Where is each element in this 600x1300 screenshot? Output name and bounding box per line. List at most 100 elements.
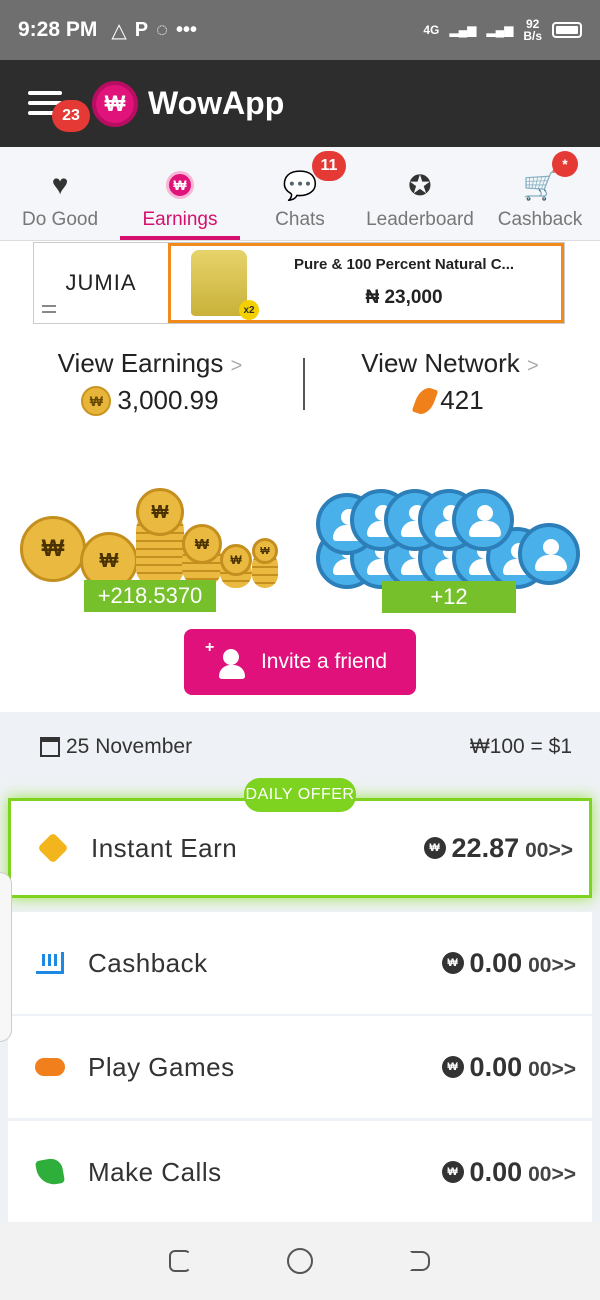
recent-apps-button[interactable] xyxy=(165,1246,195,1276)
ad-brand-name: JUMIA xyxy=(65,270,137,295)
signal-icon-2: ▂▄▆ xyxy=(486,23,514,37)
back-button[interactable] xyxy=(405,1246,435,1276)
earnings-summary: View Earnings > ₩ 3,000.99 View Network … xyxy=(0,348,600,418)
ad-menu-icon xyxy=(42,305,56,313)
card-label: Instant Earn xyxy=(91,832,238,863)
ad-price: ₦ 23,000 xyxy=(365,287,443,308)
amount-main: 0.00 xyxy=(469,1156,523,1187)
tab-chats[interactable]: 💬 Chats 11 xyxy=(240,147,360,240)
current-date: 25 November xyxy=(66,735,193,758)
card-label: Play Games xyxy=(88,1051,235,1082)
more-dots-icon: ••• xyxy=(176,18,198,41)
amount-main: 22.87 xyxy=(451,832,520,863)
card-label: Make Calls xyxy=(88,1156,222,1187)
card-amount: ₩ 0.00 00>> xyxy=(441,1052,576,1083)
person-icon xyxy=(452,489,514,551)
card-make-calls[interactable]: Make Calls ₩ 0.00 00>> xyxy=(8,1121,592,1223)
ad-multiplier: x2 xyxy=(239,300,259,320)
tab-label: Leaderboard xyxy=(366,209,474,230)
invite-label: Invite a friend xyxy=(260,650,388,673)
gamepad-icon xyxy=(30,1058,70,1076)
card-instant-earn[interactable]: Instant Earn ₩ 22.87 00>> xyxy=(8,798,592,898)
add-person-icon: + xyxy=(205,639,247,679)
status-bar: 9:28 PM △ P ◌ ••• 4G ▂▄▆ ▂▄▆ 92 B/s xyxy=(0,0,600,60)
wowcoin-icon: ₩ xyxy=(81,385,112,416)
card-amount: ₩ 0.00 00>> xyxy=(441,1156,576,1188)
ad-product[interactable]: x2 Pure & 100 Percent Natural C... ₦ 23,… xyxy=(168,243,564,323)
exchange-rate: ₩100 = $1 xyxy=(469,735,572,758)
whatsapp-icon: ◌ xyxy=(156,18,168,41)
signal-icon: ▂▄▆ xyxy=(449,23,477,37)
people-gain-tag: +12 xyxy=(382,581,516,613)
amount-main: 0.00 xyxy=(469,947,523,978)
coins-illustration: ₩ ₩ ₩ ₩ ₩ ₩ +218.5370 xyxy=(20,480,282,612)
card-cashback[interactable]: Cashback ₩ 0.00 00>> xyxy=(8,912,592,1014)
coin-image: ₩ xyxy=(136,488,184,536)
card-play-games[interactable]: Play Games ₩ 0.00 00>> xyxy=(8,1016,592,1118)
coin-image: ₩ xyxy=(182,524,222,564)
chevron-right-icon: > xyxy=(527,355,539,377)
wowapp-logo: ₩ xyxy=(92,80,138,127)
wowcoin-icon: ₩ xyxy=(166,167,194,203)
coin-image: ₩ xyxy=(20,516,86,582)
heart-hands-icon: ♥ xyxy=(51,169,69,200)
system-nav-bar xyxy=(0,1222,600,1300)
tab-bar: ♥ Do Good ₩ Earnings 💬 Chats 11 ✪ Leader… xyxy=(0,147,600,241)
tab-do-good[interactable]: ♥ Do Good xyxy=(0,147,120,240)
app-bar: 23 ₩ WowApp xyxy=(0,60,600,147)
triangle-icon: △ xyxy=(111,19,127,42)
phone-icon xyxy=(30,1156,70,1188)
wowcoin-icon: ₩ xyxy=(423,837,446,859)
tab-cashback[interactable]: 🛒 Cashback * xyxy=(480,147,600,240)
chats-badge: 11 xyxy=(312,151,346,181)
coin-image: ₩ xyxy=(220,544,252,576)
amount-sub: 00>> xyxy=(528,1057,576,1081)
tab-earnings[interactable]: ₩ Earnings xyxy=(120,147,240,240)
view-earnings-title[interactable]: View Earnings > xyxy=(58,348,243,379)
tab-leaderboard[interactable]: ✪ Leaderboard xyxy=(360,147,480,240)
oil-bottle-image: x2 xyxy=(191,250,259,320)
view-earnings[interactable]: View Earnings > ₩ 3,000.99 xyxy=(0,348,300,418)
tab-label: Earnings xyxy=(142,209,218,230)
battery-icon xyxy=(552,22,582,38)
net-speed-unit: B/s xyxy=(523,29,542,43)
people-illustration: +12 xyxy=(316,485,582,613)
home-icon xyxy=(287,1248,313,1274)
network-value-row: 421 xyxy=(412,384,484,417)
home-button[interactable] xyxy=(285,1246,315,1276)
amount-sub: 00>> xyxy=(525,838,573,862)
date-row: 25 November ₩100 = $1 xyxy=(40,732,572,762)
app-title: WowApp xyxy=(148,85,285,121)
divider xyxy=(303,358,305,410)
daily-offer-badge: DAILY OFFER xyxy=(244,778,356,812)
cart-icon: 🛒 xyxy=(522,169,558,201)
chat-bubbles-icon: 💬 xyxy=(282,169,318,201)
person-icon xyxy=(518,523,580,585)
view-network-title[interactable]: View Network > xyxy=(361,348,538,379)
p-icon: P xyxy=(134,18,149,41)
card-amount: ₩ 22.87 00>> xyxy=(423,832,573,864)
menu-badge: 23 xyxy=(52,100,90,132)
cashback-badge: * xyxy=(552,151,578,177)
chevron-right-icon: > xyxy=(230,355,243,377)
medal-icon: ✪ xyxy=(408,169,432,201)
coins-gain-tag: +218.5370 xyxy=(84,580,216,612)
tab-label: Do Good xyxy=(21,209,99,230)
view-network[interactable]: View Network > 421 xyxy=(300,348,600,418)
network-label: 4G xyxy=(423,23,440,37)
card-amount: ₩ 0.00 00>> xyxy=(441,947,576,979)
amount-sub: 00>> xyxy=(528,953,576,977)
tab-label: Cashback xyxy=(497,209,583,230)
back-icon xyxy=(410,1251,430,1271)
coin-image: ₩ xyxy=(252,538,278,564)
notification-icons: △ P ◌ ••• xyxy=(111,18,197,43)
ad-banner[interactable]: JUMIA x2 Pure & 100 Percent Natural C...… xyxy=(33,242,565,324)
recent-apps-icon xyxy=(169,1250,191,1272)
side-panel-handle[interactable] xyxy=(0,872,12,1042)
wowcoin-icon: ₩ xyxy=(441,1056,464,1078)
net-speed: 92 B/s xyxy=(523,18,542,42)
card-label: Cashback xyxy=(88,947,208,978)
invite-friend-button[interactable]: + Invite a friend xyxy=(184,629,416,695)
earnings-value-row: ₩ 3,000.99 xyxy=(81,385,219,416)
flame-icon xyxy=(412,384,439,417)
